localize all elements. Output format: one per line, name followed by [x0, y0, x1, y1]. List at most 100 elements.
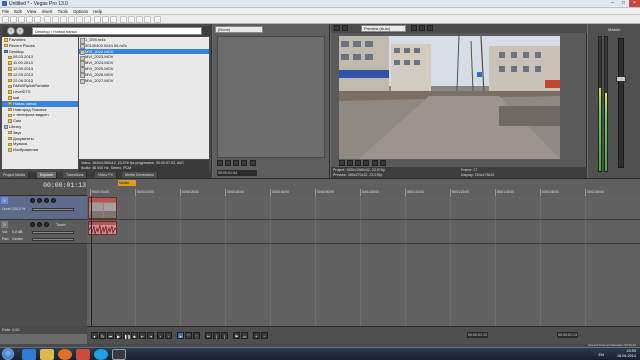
trimmer-next-icon[interactable] [249, 160, 256, 166]
menu-file[interactable]: File [0, 8, 11, 15]
selection-edit-tool-icon[interactable] [136, 16, 143, 23]
app-icon[interactable] [76, 349, 90, 360]
stop-icon[interactable]: ■ [131, 332, 138, 339]
overlays-icon[interactable] [411, 25, 417, 31]
language-indicator[interactable]: EN [598, 352, 604, 357]
skype-icon[interactable] [94, 349, 108, 360]
copy-snapshot-icon[interactable] [427, 25, 433, 31]
zoom-out-icon[interactable]: − [261, 332, 268, 339]
audio-track-lane[interactable] [87, 220, 640, 244]
audio-clip[interactable] [88, 221, 117, 235]
play-from-start-icon[interactable]: ⏮ [107, 332, 114, 339]
system-clock[interactable]: 23:59 18.04.2014 [617, 349, 636, 359]
preview-quality-dropdown[interactable]: Preview (Auto) [361, 25, 406, 32]
preview-play-icon[interactable] [347, 160, 354, 166]
normal-edit-tool-icon[interactable] [120, 16, 127, 23]
menu-help[interactable]: Help [91, 8, 104, 15]
playhead-cursor[interactable] [91, 196, 92, 326]
minimize-button[interactable]: – [607, 0, 618, 7]
trimmer-stop-icon[interactable] [225, 160, 232, 166]
maximize-button[interactable]: □ [618, 0, 629, 7]
master-fader-handle[interactable] [616, 76, 626, 82]
menu-options[interactable]: Options [71, 8, 90, 15]
next-frame-icon[interactable]: › [165, 332, 172, 339]
close-button[interactable]: × [629, 0, 640, 7]
prev-frame-icon[interactable]: ‹ [157, 332, 164, 339]
go-to-start-icon[interactable]: ⇤ [139, 332, 146, 339]
automation-mode[interactable]: Touch [56, 223, 66, 227]
copy-icon[interactable] [60, 16, 67, 23]
compositing-mode-icon[interactable] [51, 198, 56, 203]
trimmer-play-icon[interactable] [217, 160, 223, 166]
timeline-ruler[interactable]: Marker 00:00:00:00 00:00:10:00 00:00:20:00… [87, 179, 640, 197]
folder-tree[interactable]: Favorites Recent Places Desktop 06.03.20… [2, 37, 78, 169]
trimmer-dropdown[interactable]: (None) [215, 26, 263, 33]
auto-ripple-icon[interactable] [102, 16, 109, 23]
firefox-icon[interactable] [58, 349, 72, 360]
track-fx-icon[interactable] [44, 198, 49, 203]
split-icon[interactable]: ✂ [205, 332, 212, 339]
enable-snapping-icon[interactable] [94, 16, 101, 23]
menu-insert[interactable]: Insert [39, 8, 54, 15]
playback-rate[interactable]: Rate: 0,00 [0, 326, 87, 334]
preview-split-icon[interactable] [342, 25, 348, 31]
video-track-header[interactable]: 1 Level: 100,0 % [0, 196, 87, 220]
preview-settings-icon[interactable] [334, 25, 340, 31]
render-icon[interactable] [34, 16, 41, 23]
paste-icon[interactable] [68, 16, 75, 23]
save-icon[interactable] [18, 16, 25, 23]
audio-track-header[interactable]: 2 Touch Vol: 0,0 dB Pan: Center [0, 220, 87, 244]
level-slider[interactable] [32, 208, 74, 211]
mute-icon[interactable] [37, 222, 42, 227]
video-clip[interactable] [88, 197, 117, 219]
file-item[interactable]: MVI_2027.MOV [79, 78, 209, 85]
trim-start-icon[interactable]: [ [213, 332, 220, 339]
preview-prev-frame-icon[interactable] [371, 160, 378, 166]
ie-icon[interactable] [22, 349, 36, 360]
preview-loop-icon[interactable] [339, 160, 345, 166]
trimmer-area[interactable] [217, 36, 325, 158]
vegas-task-icon[interactable] [112, 349, 126, 360]
lock-envelopes-icon[interactable] [110, 16, 117, 23]
loop-playback-icon[interactable]: ↻ [99, 332, 106, 339]
open-icon[interactable] [10, 16, 17, 23]
preview-stop-icon[interactable] [363, 160, 370, 166]
back-icon[interactable]: ‹ [7, 27, 15, 35]
undo-icon[interactable] [76, 16, 83, 23]
explorer-path-field[interactable]: Desktop › Новая папка [32, 27, 202, 35]
start-button-icon[interactable] [2, 348, 14, 360]
file-list[interactable]: 1_D59.m4s 20140403 0044 59.m2s MVI_2022.… [79, 37, 209, 159]
record-arm-icon[interactable] [30, 222, 35, 227]
explorer-folder-icon[interactable] [40, 349, 54, 360]
go-to-end-icon[interactable]: ⇥ [147, 332, 154, 339]
help-icon[interactable] [154, 16, 161, 23]
properties-icon[interactable] [44, 16, 51, 23]
solo-icon[interactable] [44, 222, 49, 227]
trimmer-prev-icon[interactable] [241, 160, 248, 166]
forward-icon[interactable]: › [16, 27, 24, 35]
new-project-icon[interactable] [2, 16, 9, 23]
volume-slider[interactable] [32, 231, 74, 234]
tree-item-folder[interactable]: Изображения [2, 147, 78, 153]
pause-icon[interactable]: ❚❚ [123, 332, 131, 339]
region-icon[interactable]: ▭ [241, 332, 248, 339]
trimmer-loop-icon[interactable] [233, 160, 240, 166]
menu-edit[interactable]: Edit [12, 8, 24, 15]
master-fader-track[interactable] [618, 38, 624, 168]
preview-next-frame-icon[interactable] [379, 160, 386, 166]
trim-end-icon[interactable]: ] [221, 332, 228, 339]
cut-icon[interactable] [52, 16, 59, 23]
play-icon[interactable]: ▶ [115, 332, 122, 339]
preview-pause-icon[interactable] [355, 160, 362, 166]
solo-icon[interactable] [37, 198, 42, 203]
zoom-in-icon[interactable]: + [253, 332, 260, 339]
selection-edit-mode-icon[interactable]: ⬚ [193, 332, 200, 339]
pan-slider[interactable] [32, 238, 74, 241]
redo-icon[interactable] [84, 16, 91, 23]
timeline-marker[interactable]: Marker [118, 180, 136, 186]
mute-icon[interactable] [30, 198, 35, 203]
timeline-tracks[interactable] [87, 196, 640, 326]
save-as-icon[interactable] [26, 16, 33, 23]
envelope-edit-tool-icon[interactable] [128, 16, 135, 23]
menu-tools[interactable]: Tools [56, 8, 70, 15]
